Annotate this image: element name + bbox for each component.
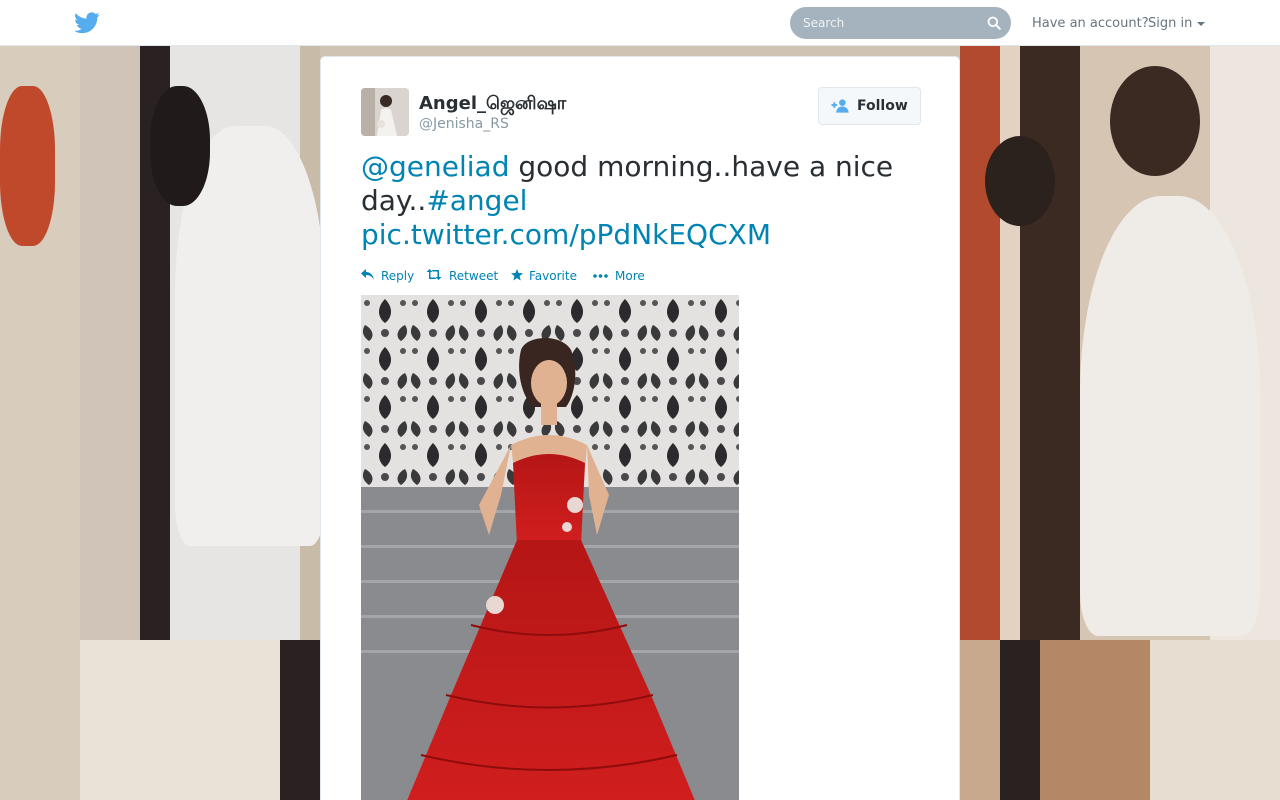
chevron-down-icon[interactable] (1197, 22, 1205, 26)
media-link[interactable]: pic.twitter.com/pPdNkEQCXM (361, 218, 771, 251)
follow-button-label: Follow (857, 98, 908, 114)
tweet-text: @geneliad good morning..have a nice day.… (361, 150, 921, 252)
background-tile (960, 640, 1280, 800)
background-tile (0, 46, 320, 640)
top-navigation-bar: Have an account? Sign in (0, 0, 1280, 46)
search-box (790, 7, 1011, 39)
tweet-photo[interactable] (361, 295, 739, 800)
retweet-label: Retweet (449, 269, 499, 283)
reply-label: Reply (381, 269, 415, 283)
avatar[interactable] (361, 88, 409, 136)
background-tile (0, 640, 320, 800)
favorite-label: Favorite (529, 269, 577, 283)
more-label: More (615, 269, 645, 283)
retweet-icon (426, 269, 442, 280)
screen-name[interactable]: @Jenisha_RS (419, 116, 509, 132)
display-name[interactable]: Angel_ஜெனிஷா (419, 93, 566, 116)
sign-in-link[interactable]: Sign in (1148, 16, 1192, 31)
have-account-text: Have an account? (1032, 16, 1149, 31)
search-icon[interactable] (987, 16, 1001, 30)
mention-link[interactable]: @geneliad (361, 150, 509, 183)
ellipsis-icon (593, 274, 608, 278)
search-input[interactable] (790, 7, 1011, 39)
reply-icon (361, 269, 374, 280)
follow-button[interactable]: Follow (818, 87, 921, 125)
hashtag-link[interactable]: #angel (426, 184, 527, 217)
background-tile (960, 46, 1280, 640)
twitter-bird-icon[interactable] (74, 12, 100, 34)
tweet-permalink-card: Angel_ஜெனிஷா @Jenisha_RS Follow @genelia… (320, 56, 960, 800)
add-user-icon (831, 99, 849, 113)
star-icon (511, 269, 523, 281)
